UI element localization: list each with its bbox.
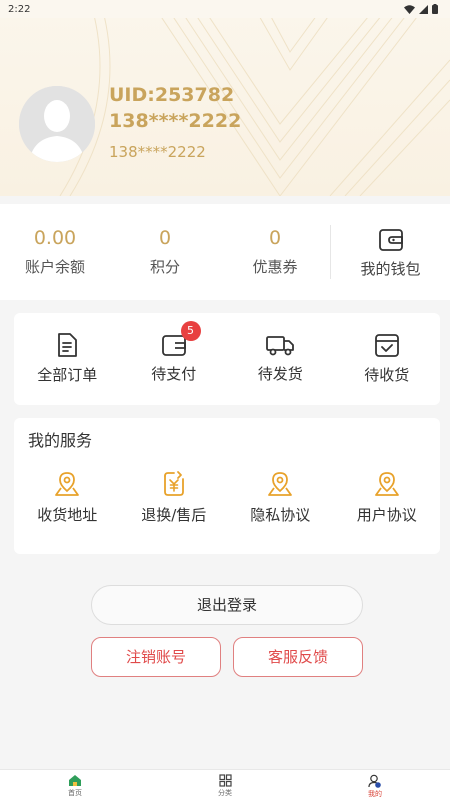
- order-pending-shipment-button[interactable]: 待发货: [227, 333, 334, 385]
- status-icons: [404, 4, 438, 14]
- service-returns-button[interactable]: 退换/售后: [121, 470, 228, 526]
- stat-coupons-value: 0: [268, 227, 282, 249]
- stat-balance-label: 账户余额: [24, 258, 85, 276]
- truck-icon: [266, 336, 295, 356]
- service-privacy-button[interactable]: 隐私协议: [227, 470, 334, 526]
- service-user-agreement-button[interactable]: 用户协议: [334, 470, 441, 526]
- tab-category[interactable]: 分类: [150, 770, 300, 800]
- status-bar: 2:22: [0, 0, 450, 18]
- customer-feedback-button[interactable]: 客服反馈: [233, 637, 363, 677]
- signal-icon: [419, 4, 428, 14]
- logout-button[interactable]: 退出登录: [91, 585, 363, 625]
- stat-coupons[interactable]: 0 优惠券: [220, 226, 330, 278]
- tab-home[interactable]: 首页: [0, 770, 150, 800]
- status-time: 2:22: [8, 3, 31, 15]
- tab-mine-label: 我的: [368, 790, 382, 798]
- wallet-icon: [378, 229, 403, 251]
- stat-balance[interactable]: 0.00 账户余额: [0, 226, 110, 278]
- services-title: 我的服务: [28, 431, 93, 450]
- location-pin-icon: [268, 472, 293, 496]
- profile-header: UID:253782 138****2222 138****2222: [0, 0, 450, 196]
- user-uid: UID:253782: [109, 84, 235, 106]
- service-returns-label: 退换/售后: [141, 506, 207, 524]
- stat-points-label: 积分: [149, 258, 180, 276]
- user-info: UID:253782 138****2222 138****2222: [109, 82, 241, 162]
- home-icon: [69, 775, 81, 786]
- services-card: 我的服务 收货地址 退换/售后 隐私协议 用户协议: [14, 418, 440, 554]
- order-pending-shipment-label: 待发货: [257, 365, 303, 383]
- order-pending-payment-button[interactable]: 5 待支付: [121, 321, 228, 385]
- document-icon: [58, 333, 78, 357]
- order-pending-receipt-label: 待收货: [364, 366, 410, 384]
- order-all-button[interactable]: 全部订单: [14, 332, 121, 386]
- orders-card: 全部订单 5 待支付 待发货 待收货: [14, 313, 440, 405]
- service-user-agreement-label: 用户协议: [356, 506, 417, 524]
- yen-exchange-icon: [163, 471, 184, 496]
- order-pending-payment-label: 待支付: [151, 365, 197, 383]
- order-pending-receipt-button[interactable]: 待收货: [334, 332, 441, 386]
- order-all-label: 全部订单: [37, 366, 98, 384]
- service-address-button[interactable]: 收货地址: [14, 470, 121, 526]
- tab-mine[interactable]: 我的: [300, 770, 450, 800]
- battery-icon: [432, 4, 438, 14]
- user-phone: 138****2222: [109, 110, 242, 132]
- user-icon: [368, 774, 381, 788]
- my-wallet-button[interactable]: 我的钱包: [331, 224, 450, 280]
- account-stats: 0.00 账户余额 0 积分 0 优惠券 我的钱包: [0, 204, 450, 300]
- wallet-label: 我的钱包: [360, 260, 421, 278]
- services-row: 收货地址 退换/售后 隐私协议 用户协议: [14, 470, 440, 526]
- wifi-icon: [404, 4, 415, 14]
- pending-payment-badge: 5: [180, 321, 201, 341]
- stat-points[interactable]: 0 积分: [110, 226, 220, 278]
- tab-category-label: 分类: [218, 789, 232, 797]
- avatar-placeholder-icon: [19, 86, 95, 162]
- service-privacy-label: 隐私协议: [250, 506, 311, 524]
- service-address-label: 收货地址: [37, 506, 98, 524]
- location-pin-icon: [374, 472, 399, 496]
- stat-points-value: 0: [158, 227, 172, 249]
- location-pin-icon: [55, 472, 80, 496]
- inbox-check-icon: [374, 334, 399, 357]
- stat-coupons-label: 优惠券: [252, 258, 298, 276]
- stat-balance-value: 0.00: [33, 227, 77, 249]
- grid-icon: [218, 774, 232, 787]
- cancel-account-button[interactable]: 注销账号: [91, 637, 221, 677]
- user-phone-secondary: 138****2222: [109, 143, 206, 161]
- avatar[interactable]: [19, 86, 95, 162]
- tab-home-label: 首页: [68, 789, 82, 797]
- bottom-tab-bar: 首页 分类 我的: [0, 769, 450, 800]
